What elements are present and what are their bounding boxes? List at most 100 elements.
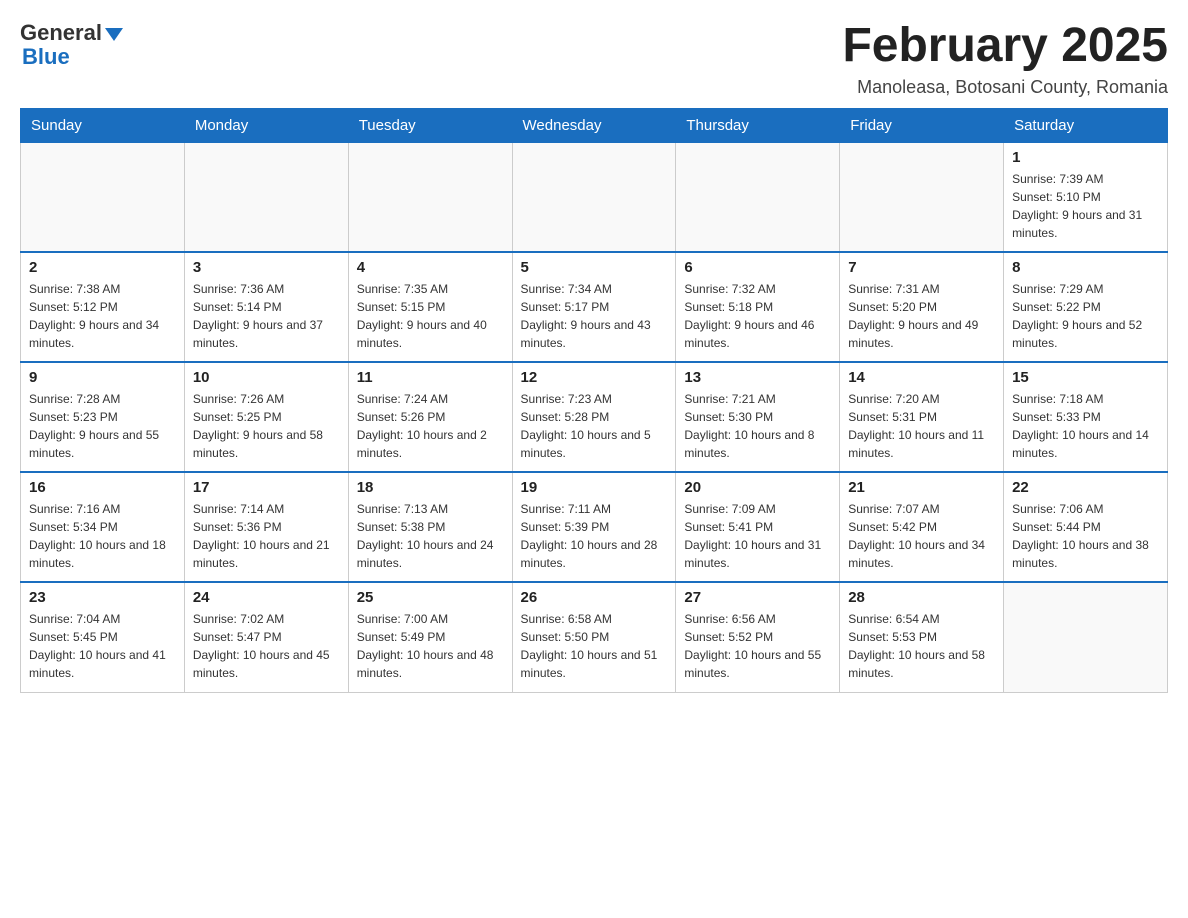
- col-wednesday: Wednesday: [512, 108, 676, 142]
- day-info: Sunrise: 7:29 AM Sunset: 5:22 PM Dayligh…: [1012, 280, 1159, 352]
- day-info: Sunrise: 7:26 AM Sunset: 5:25 PM Dayligh…: [193, 390, 340, 462]
- calendar-day-cell: 28 Sunrise: 6:54 AM Sunset: 5:53 PM Dayli…: [840, 582, 1004, 692]
- day-number: 17: [193, 479, 340, 496]
- day-number: 25: [357, 589, 504, 606]
- day-info: Sunrise: 7:24 AM Sunset: 5:26 PM Dayligh…: [357, 390, 504, 462]
- day-number: 8: [1012, 259, 1159, 276]
- calendar-header-row: Sunday Monday Tuesday Wednesday Thursday…: [21, 108, 1168, 142]
- calendar-day-cell: 6 Sunrise: 7:32 AM Sunset: 5:18 PM Daylig…: [676, 252, 840, 362]
- page-header: General Blue February 2025 Manoleasa, Bo…: [20, 20, 1168, 98]
- day-info: Sunrise: 7:28 AM Sunset: 5:23 PM Dayligh…: [29, 390, 176, 462]
- day-info: Sunrise: 7:16 AM Sunset: 5:34 PM Dayligh…: [29, 500, 176, 572]
- calendar-day-cell: 11 Sunrise: 7:24 AM Sunset: 5:26 PM Dayli…: [348, 362, 512, 472]
- day-number: 28: [848, 589, 995, 606]
- calendar-day-cell: 3Sunrise: 7:36 AM Sunset: 5:14 PM Daylig…: [184, 252, 348, 362]
- day-info: Sunrise: 7:06 AM Sunset: 5:44 PM Dayligh…: [1012, 500, 1159, 572]
- day-number: 27: [684, 589, 831, 606]
- day-number: 24: [193, 589, 340, 606]
- calendar-day-cell: 19 Sunrise: 7:11 AM Sunset: 5:39 PM Dayli…: [512, 472, 676, 582]
- month-title: February 2025: [842, 20, 1168, 73]
- logo: General Blue: [20, 20, 123, 70]
- calendar-day-cell: 14 Sunrise: 7:20 AM Sunset: 5:31 PM Dayli…: [840, 362, 1004, 472]
- day-number: 13: [684, 369, 831, 386]
- calendar-day-cell: 16Sunrise: 7:16 AM Sunset: 5:34 PM Dayli…: [21, 472, 185, 582]
- calendar-day-cell: 9 Sunrise: 7:28 AM Sunset: 5:23 PM Daylig…: [21, 362, 185, 472]
- day-number: 14: [848, 369, 995, 386]
- day-info: Sunrise: 7:23 AM Sunset: 5:28 PM Dayligh…: [521, 390, 668, 462]
- calendar-day-cell: 18 Sunrise: 7:13 AM Sunset: 5:38 PM Dayli…: [348, 472, 512, 582]
- day-info: Sunrise: 7:13 AM Sunset: 5:38 PM Dayligh…: [357, 500, 504, 572]
- calendar-day-cell: 17 Sunrise: 7:14 AM Sunset: 5:36 PM Dayli…: [184, 472, 348, 582]
- day-info: Sunrise: 7:32 AM Sunset: 5:18 PM Dayligh…: [684, 280, 831, 352]
- calendar-table: Sunday Monday Tuesday Wednesday Thursday…: [20, 108, 1168, 693]
- col-monday: Monday: [184, 108, 348, 142]
- calendar-day-cell: 26 Sunrise: 6:58 AM Sunset: 5:50 PM Dayli…: [512, 582, 676, 692]
- day-number: 10: [193, 369, 340, 386]
- day-number: 19: [521, 479, 668, 496]
- calendar-day-cell: 13 Sunrise: 7:21 AM Sunset: 5:30 PM Dayli…: [676, 362, 840, 472]
- calendar-day-cell: 20 Sunrise: 7:09 AM Sunset: 5:41 PM Dayli…: [676, 472, 840, 582]
- day-info: Sunrise: 7:21 AM Sunset: 5:30 PM Dayligh…: [684, 390, 831, 462]
- calendar-day-cell: 8 Sunrise: 7:29 AM Sunset: 5:22 PM Daylig…: [1004, 252, 1168, 362]
- day-number: 6: [684, 259, 831, 276]
- day-number: 23: [29, 589, 176, 606]
- day-info: Sunrise: 6:58 AM Sunset: 5:50 PM Dayligh…: [521, 610, 668, 682]
- calendar-day-cell: 2 Sunrise: 7:38 AM Sunset: 5:12 PM Daylig…: [21, 252, 185, 362]
- day-number: 7: [848, 259, 995, 276]
- day-info: Sunrise: 7:09 AM Sunset: 5:41 PM Dayligh…: [684, 500, 831, 572]
- calendar-day-cell: 1Sunrise: 7:39 AM Sunset: 5:10 PM Daylig…: [1004, 142, 1168, 252]
- day-info: Sunrise: 7:31 AM Sunset: 5:20 PM Dayligh…: [848, 280, 995, 352]
- day-number: 26: [521, 589, 668, 606]
- calendar-day-cell: [512, 142, 676, 252]
- day-number: 3: [193, 259, 340, 276]
- day-number: 2: [29, 259, 176, 276]
- calendar-week-row: 1Sunrise: 7:39 AM Sunset: 5:10 PM Daylig…: [21, 142, 1168, 252]
- day-info: Sunrise: 7:20 AM Sunset: 5:31 PM Dayligh…: [848, 390, 995, 462]
- calendar-week-row: 23 Sunrise: 7:04 AM Sunset: 5:45 PM Dayli…: [21, 582, 1168, 692]
- col-sunday: Sunday: [21, 108, 185, 142]
- day-info: Sunrise: 7:34 AM Sunset: 5:17 PM Dayligh…: [521, 280, 668, 352]
- col-tuesday: Tuesday: [348, 108, 512, 142]
- day-number: 4: [357, 259, 504, 276]
- day-info: Sunrise: 6:54 AM Sunset: 5:53 PM Dayligh…: [848, 610, 995, 682]
- day-number: 21: [848, 479, 995, 496]
- logo-arrow-icon: [105, 28, 123, 41]
- day-number: 11: [357, 369, 504, 386]
- calendar-day-cell: 22Sunrise: 7:06 AM Sunset: 5:44 PM Dayli…: [1004, 472, 1168, 582]
- col-friday: Friday: [840, 108, 1004, 142]
- logo-blue-text: Blue: [22, 44, 70, 70]
- day-number: 15: [1012, 369, 1159, 386]
- day-number: 20: [684, 479, 831, 496]
- day-number: 18: [357, 479, 504, 496]
- title-section: February 2025 Manoleasa, Botosani County…: [842, 20, 1168, 98]
- calendar-day-cell: [1004, 582, 1168, 692]
- calendar-day-cell: 4 Sunrise: 7:35 AM Sunset: 5:15 PM Daylig…: [348, 252, 512, 362]
- calendar-day-cell: 24 Sunrise: 7:02 AM Sunset: 5:47 PM Dayli…: [184, 582, 348, 692]
- col-thursday: Thursday: [676, 108, 840, 142]
- day-info: Sunrise: 7:00 AM Sunset: 5:49 PM Dayligh…: [357, 610, 504, 682]
- day-number: 5: [521, 259, 668, 276]
- day-info: Sunrise: 7:18 AM Sunset: 5:33 PM Dayligh…: [1012, 390, 1159, 462]
- day-info: Sunrise: 7:04 AM Sunset: 5:45 PM Dayligh…: [29, 610, 176, 682]
- day-number: 1: [1012, 149, 1159, 166]
- calendar-day-cell: 7 Sunrise: 7:31 AM Sunset: 5:20 PM Daylig…: [840, 252, 1004, 362]
- calendar-day-cell: 23 Sunrise: 7:04 AM Sunset: 5:45 PM Dayli…: [21, 582, 185, 692]
- calendar-day-cell: [348, 142, 512, 252]
- day-info: Sunrise: 7:02 AM Sunset: 5:47 PM Dayligh…: [193, 610, 340, 682]
- day-number: 9: [29, 369, 176, 386]
- day-info: Sunrise: 7:07 AM Sunset: 5:42 PM Dayligh…: [848, 500, 995, 572]
- calendar-day-cell: [184, 142, 348, 252]
- calendar-day-cell: [676, 142, 840, 252]
- calendar-day-cell: [840, 142, 1004, 252]
- calendar-day-cell: 15 Sunrise: 7:18 AM Sunset: 5:33 PM Dayli…: [1004, 362, 1168, 472]
- calendar-day-cell: 12Sunrise: 7:23 AM Sunset: 5:28 PM Dayli…: [512, 362, 676, 472]
- calendar-day-cell: [21, 142, 185, 252]
- day-info: Sunrise: 7:11 AM Sunset: 5:39 PM Dayligh…: [521, 500, 668, 572]
- day-info: Sunrise: 6:56 AM Sunset: 5:52 PM Dayligh…: [684, 610, 831, 682]
- logo-general-text: General: [20, 20, 102, 46]
- calendar-week-row: 2 Sunrise: 7:38 AM Sunset: 5:12 PM Daylig…: [21, 252, 1168, 362]
- col-saturday: Saturday: [1004, 108, 1168, 142]
- day-info: Sunrise: 7:35 AM Sunset: 5:15 PM Dayligh…: [357, 280, 504, 352]
- day-info: Sunrise: 7:38 AM Sunset: 5:12 PM Dayligh…: [29, 280, 176, 352]
- day-info: Sunrise: 7:14 AM Sunset: 5:36 PM Dayligh…: [193, 500, 340, 572]
